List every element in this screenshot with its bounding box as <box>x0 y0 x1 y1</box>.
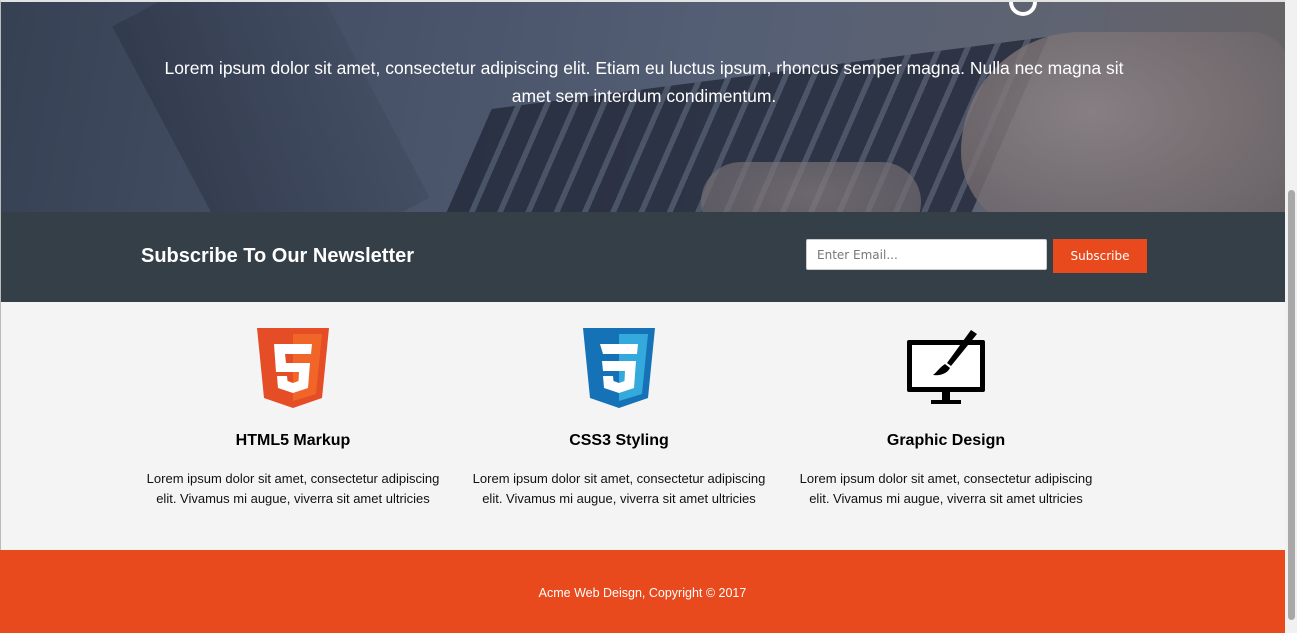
feature-text: Lorem ipsum dolor sit amet, consectetur … <box>472 471 766 506</box>
footer-copyright: Acme Web Deisgn, Copyright © 2017 <box>538 586 747 600</box>
feature-title: HTML5 Markup <box>235 432 351 449</box>
feature-box-css3: CSS3 Styling Lorem ipsum dolor sit amet,… <box>469 328 769 509</box>
subscribe-button[interactable]: Subscribe <box>1053 239 1147 273</box>
email-input[interactable] <box>806 239 1047 270</box>
showcase-banner: Lorem ipsum dolor sit amet, consectetur … <box>0 0 1286 214</box>
scrollbar-thumb[interactable] <box>1288 190 1295 620</box>
newsletter-section: Subscribe To Our Newsletter Subscribe <box>0 212 1286 302</box>
feature-text: Lorem ipsum dolor sit amet, consectetur … <box>799 471 1093 506</box>
newsletter-title: Subscribe To Our Newsletter <box>141 245 415 267</box>
feature-title: Graphic Design <box>886 432 1006 449</box>
graphic-design-icon <box>907 330 985 404</box>
features-section: HTML5 Markup Lorem ipsum dolor sit amet,… <box>0 302 1286 550</box>
css3-icon <box>583 328 655 408</box>
feature-box-html5: HTML5 Markup Lorem ipsum dolor sit amet,… <box>143 328 443 509</box>
html5-icon <box>257 328 329 408</box>
feature-title: CSS3 Styling <box>569 432 669 449</box>
page: Lorem ipsum dolor sit amet, consectetur … <box>0 0 1286 633</box>
showcase-tagline: Lorem ipsum dolor sit amet, consectetur … <box>164 57 1124 106</box>
vertical-scrollbar[interactable] <box>1285 0 1297 633</box>
feature-box-graphic-design: Graphic Design Lorem ipsum dolor sit ame… <box>796 328 1096 509</box>
footer: Acme Web Deisgn, Copyright © 2017 <box>0 550 1285 633</box>
feature-text: Lorem ipsum dolor sit amet, consectetur … <box>146 471 440 506</box>
